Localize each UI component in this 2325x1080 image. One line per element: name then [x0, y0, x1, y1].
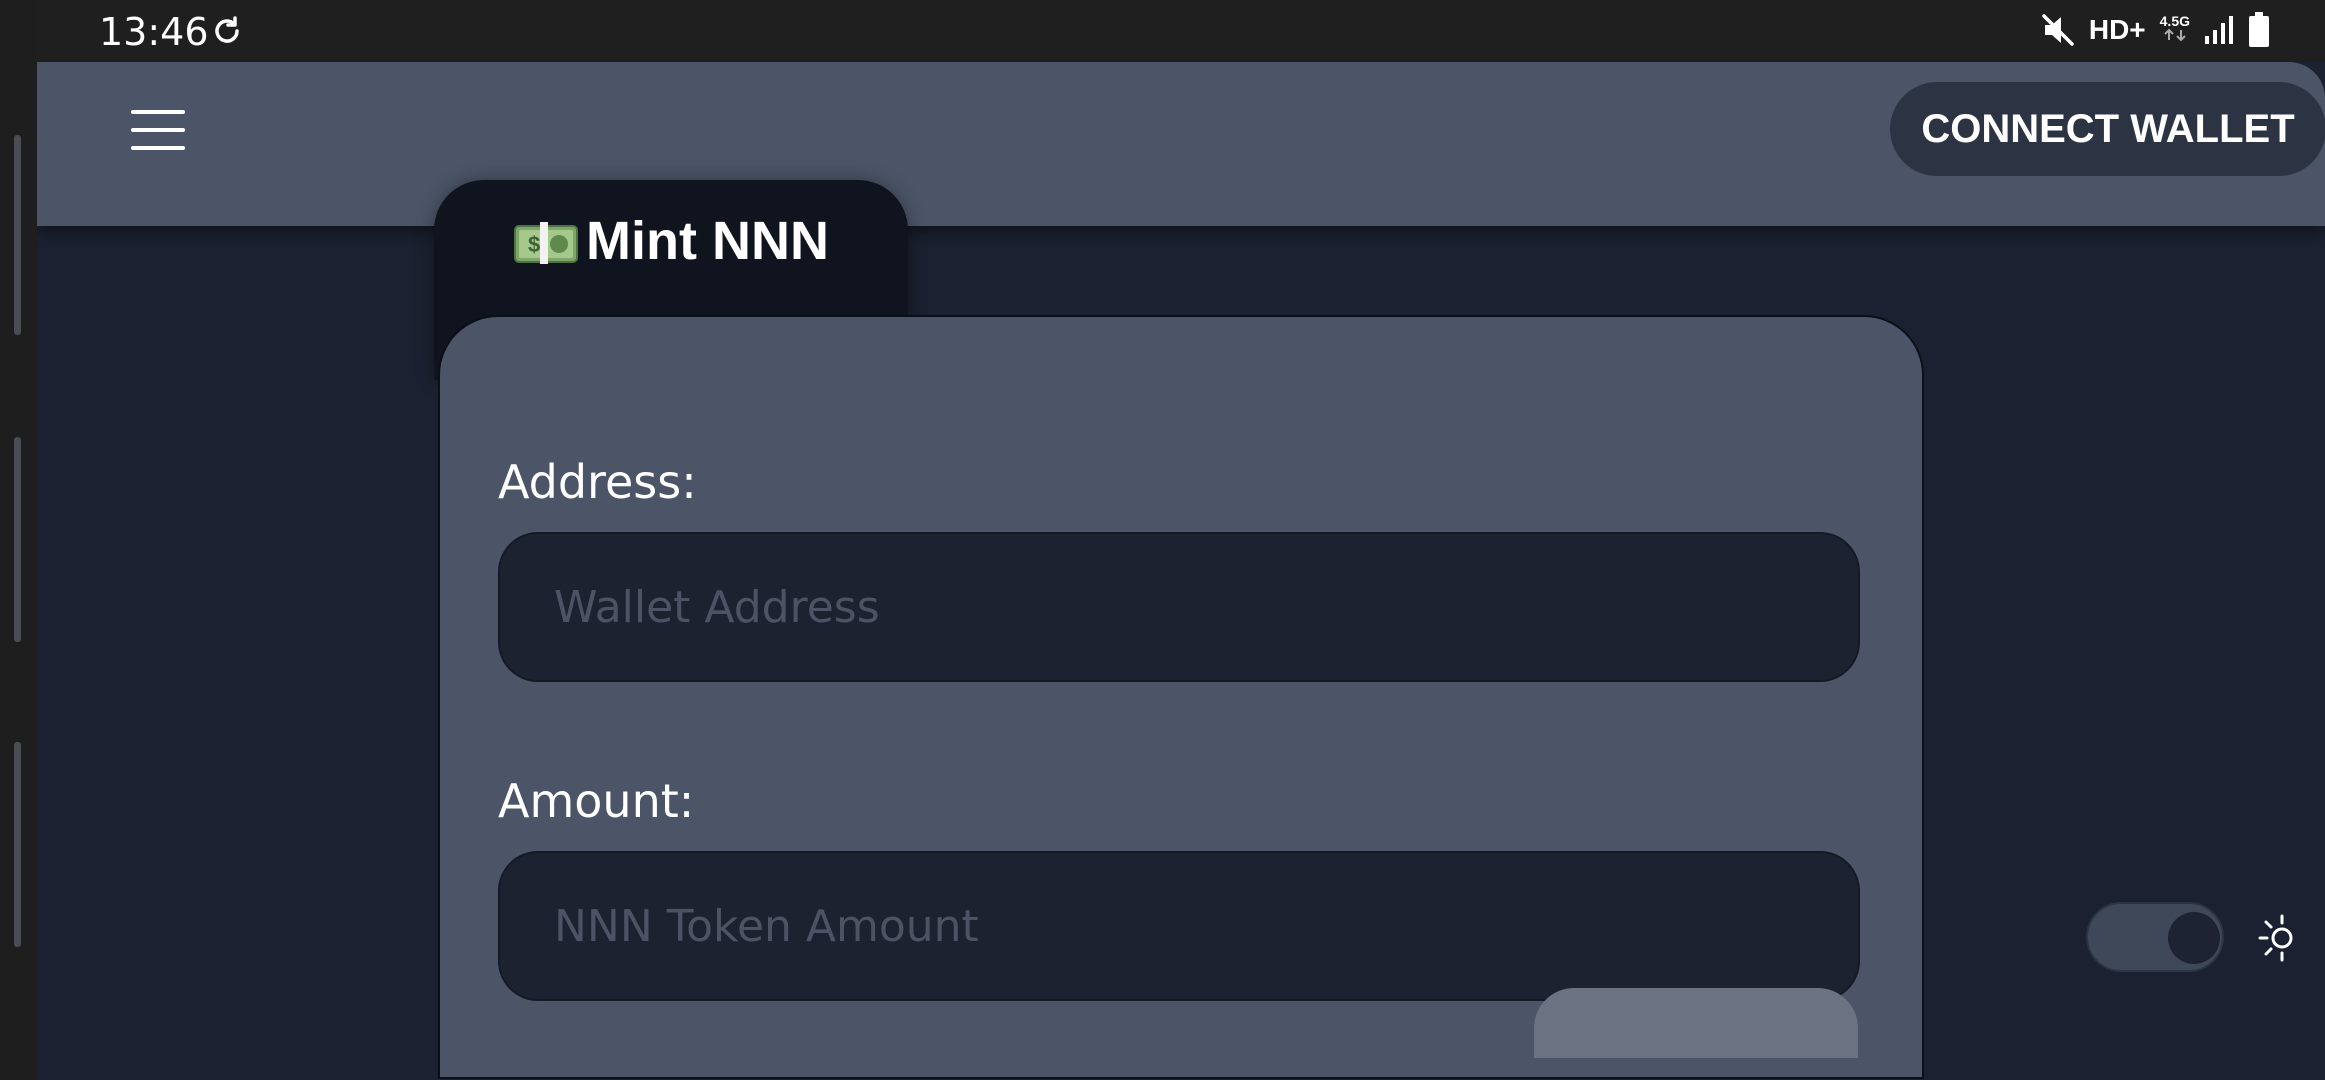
- amount-label: Amount:: [498, 774, 695, 828]
- mint-submit-button[interactable]: [1534, 988, 1858, 1058]
- address-label: Address:: [498, 455, 697, 509]
- signal-icon: [2205, 16, 2233, 44]
- bezel-edge-mark: [14, 437, 21, 642]
- device-bezel: [0, 0, 37, 1080]
- bezel-edge-mark: [14, 742, 21, 947]
- status-time: 13:46: [99, 10, 209, 54]
- hd-plus-label: HD+: [2088, 14, 2146, 45]
- network-type-label: 4.5G: [2159, 12, 2190, 29]
- mint-tab-title: Mint NNN: [586, 211, 829, 271]
- toggle-knob: [2168, 912, 2220, 964]
- app-header: CONNECT WALLET: [37, 62, 2325, 226]
- mute-icon: [2042, 14, 2074, 46]
- sun-icon[interactable]: [2254, 910, 2294, 966]
- bezel-edge-mark: [14, 135, 21, 335]
- status-bar: 13:46 HD+ 4.5G: [37, 0, 2325, 62]
- sync-icon: [215, 16, 239, 43]
- theme-toggle[interactable]: [2086, 902, 2224, 972]
- data-arrows-icon: [2163, 28, 2186, 41]
- battery-icon: [2249, 12, 2269, 47]
- hamburger-menu-icon[interactable]: [131, 110, 185, 150]
- amount-input[interactable]: [498, 851, 1860, 1001]
- address-input[interactable]: [498, 532, 1860, 682]
- money-banknote-icon: $: [514, 222, 578, 264]
- connect-wallet-button[interactable]: CONNECT WALLET: [1890, 82, 2325, 176]
- network-indicator: 4.5G: [2160, 14, 2190, 47]
- svg-text:$: $: [528, 232, 540, 257]
- status-icons: HD+ 4.5G: [2041, 12, 2270, 48]
